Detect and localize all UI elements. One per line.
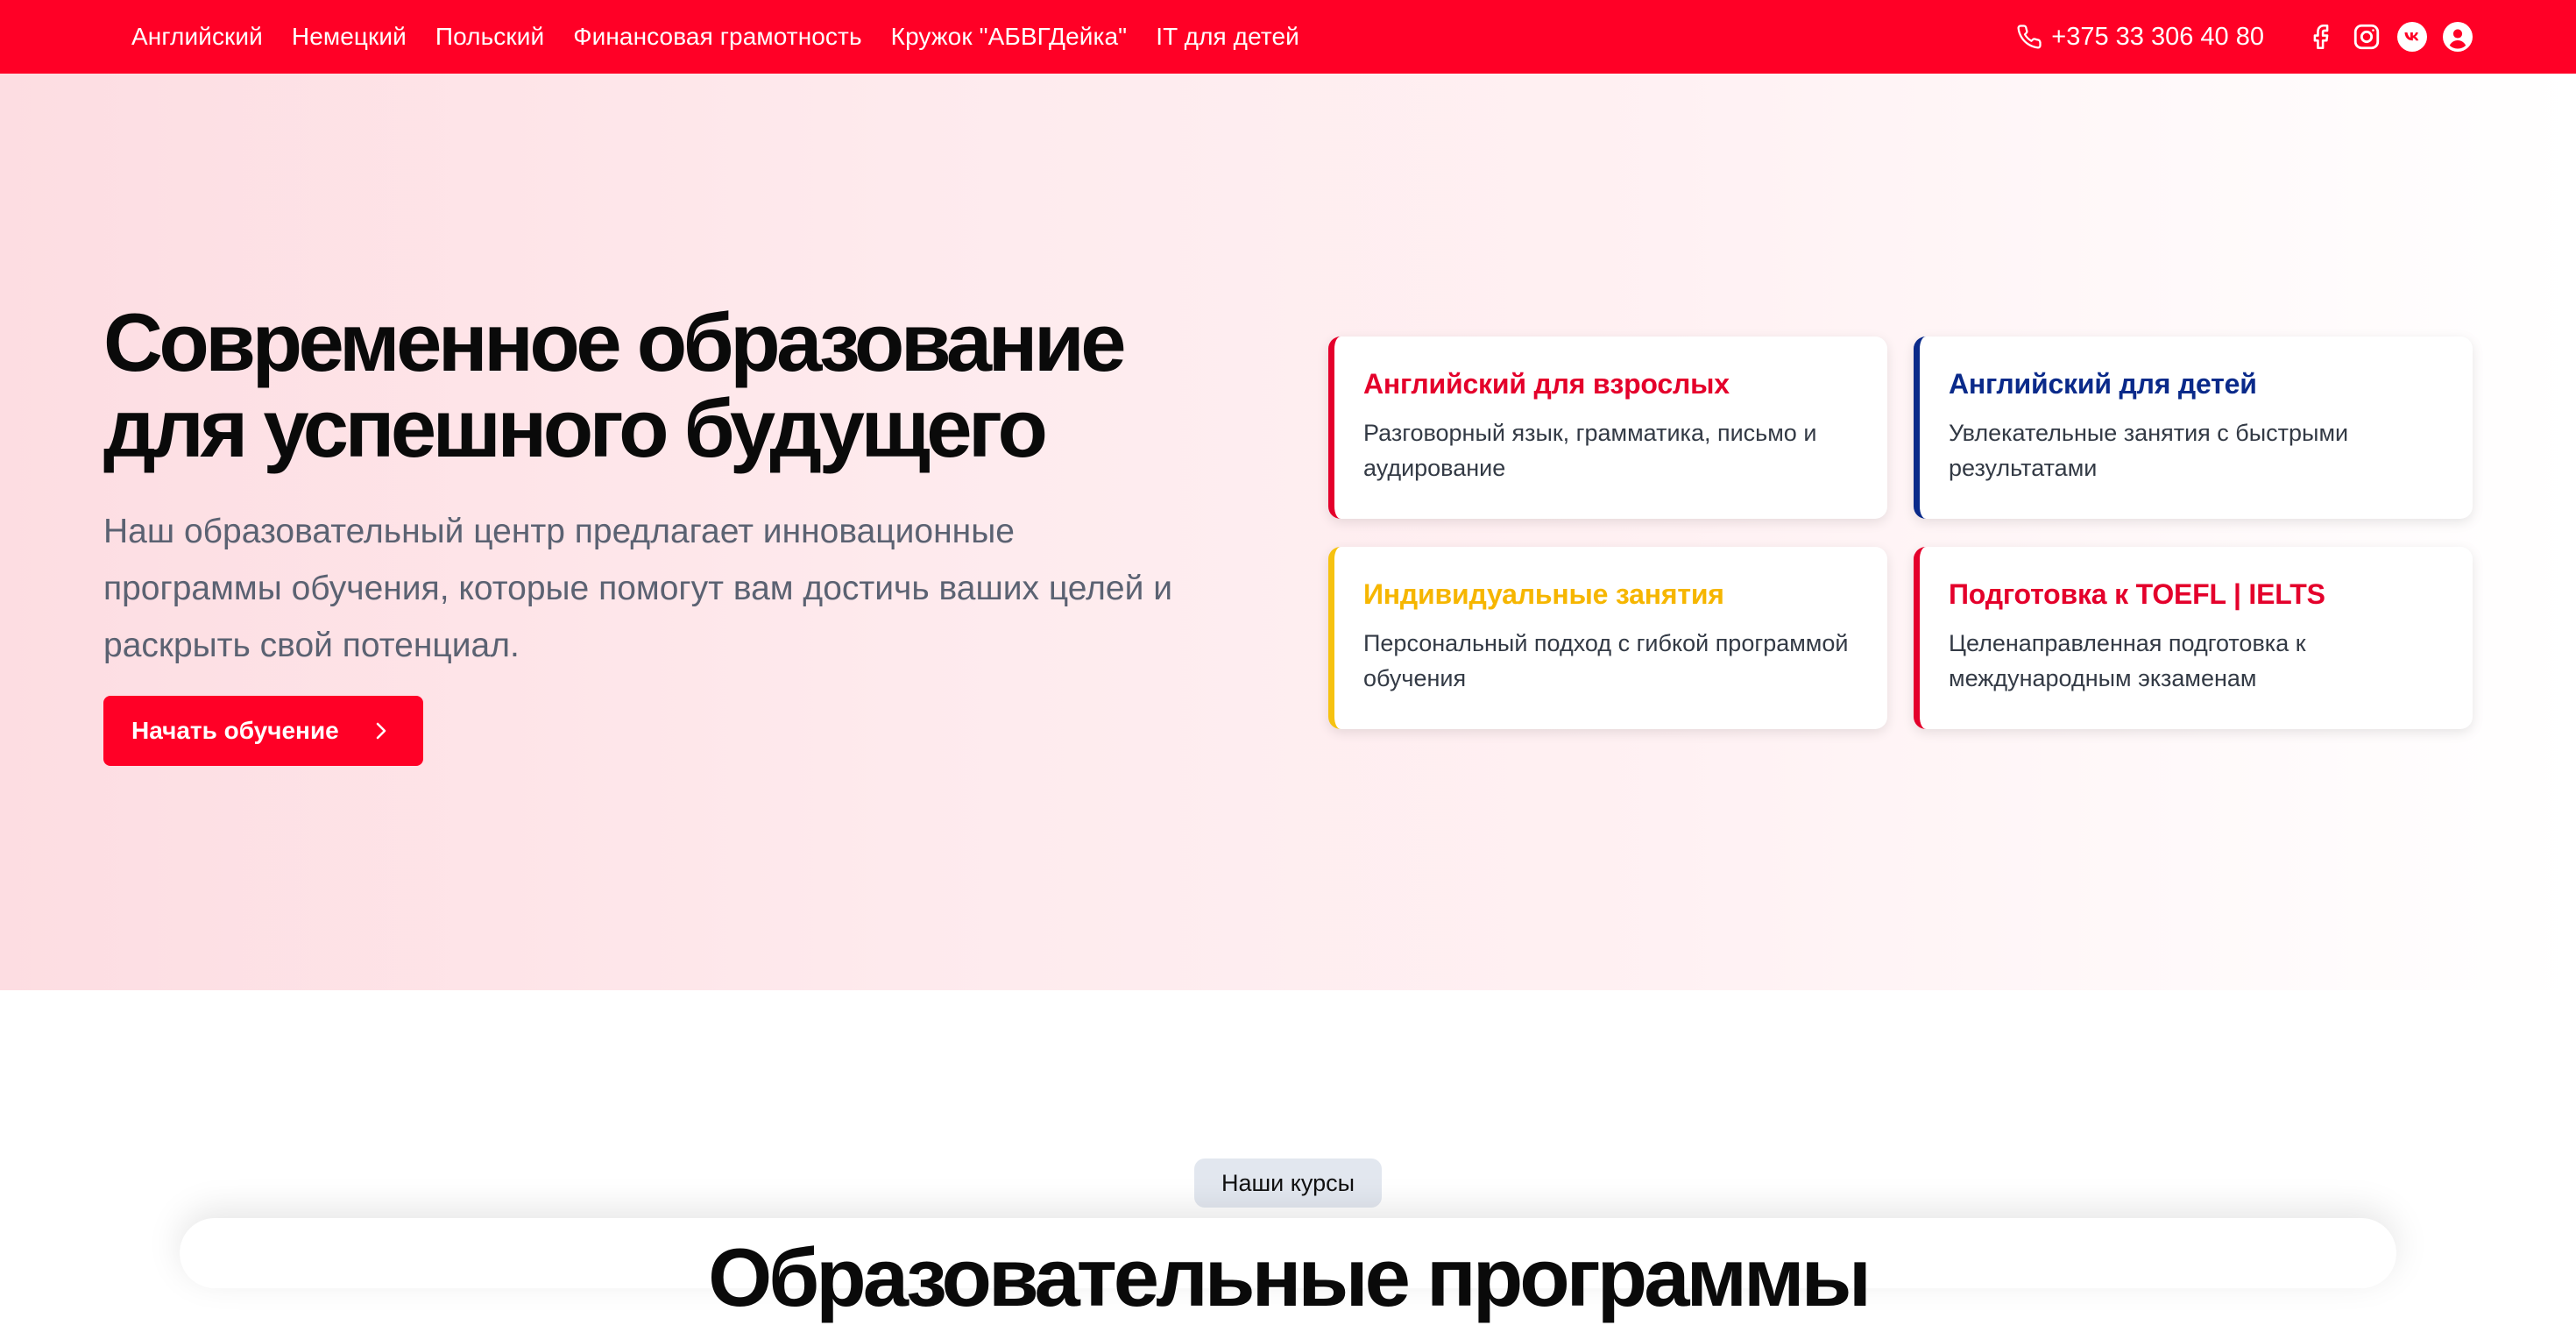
hero-title: Современное образование для успешного бу… <box>103 296 1127 474</box>
main-nav: Английский Немецкий Польский Финансовая … <box>131 23 1328 51</box>
instagram-icon <box>2353 24 2380 50</box>
instagram-link[interactable] <box>2352 22 2381 52</box>
card-description: Персональный подход с гибкой программой … <box>1363 630 1849 691</box>
card-description: Целенаправленная подготовка к международ… <box>1949 630 2306 691</box>
nav-link-german[interactable]: Немецкий <box>292 23 407 51</box>
phone-icon <box>2017 25 2042 49</box>
top-navbar: Английский Немецкий Польский Финансовая … <box>0 0 2576 74</box>
user-account-icon <box>2443 22 2473 52</box>
card-english-kids[interactable]: Английский для детей Увлекательные занят… <box>1914 337 2473 519</box>
vk-link[interactable] <box>2397 22 2427 52</box>
card-title: Английский для взрослых <box>1363 368 1730 400</box>
courses-badge: Наши курсы <box>1194 1158 1382 1208</box>
courses-title: Образовательные программы <box>708 1231 1872 1323</box>
phone-number: +375 33 306 40 80 <box>2051 22 2264 51</box>
facebook-link[interactable] <box>2306 22 2336 52</box>
hero-description: Наш образовательный центр предлагает инн… <box>103 513 1173 664</box>
card-description: Разговорный язык, грамматика, письмо и а… <box>1363 420 1817 481</box>
account-link[interactable] <box>2443 22 2473 52</box>
nav-link-abvgdeyka[interactable]: Кружок "АБВГДейка" <box>891 23 1128 51</box>
facebook-icon <box>2313 24 2329 50</box>
nav-contacts: +375 33 306 40 80 <box>2016 22 2473 52</box>
nav-link-english[interactable]: Английский <box>131 23 263 51</box>
card-description: Увлекательные занятия с быстрыми результ… <box>1949 420 2349 481</box>
card-title: Подготовка к TOEFL | IELTS <box>1949 578 2325 610</box>
nav-link-polish[interactable]: Польский <box>435 23 544 51</box>
start-learning-label: Начать обучение <box>131 717 339 744</box>
card-individual-lessons[interactable]: Индивидуальные занятия Персональный подх… <box>1328 547 1887 729</box>
nav-link-financial-literacy[interactable]: Финансовая грамотность <box>573 23 861 51</box>
vk-icon <box>2397 22 2427 52</box>
chevron-right-icon <box>376 722 386 740</box>
phone-link[interactable]: +375 33 306 40 80 <box>2016 23 2264 52</box>
card-title: Индивидуальные занятия <box>1363 578 1724 610</box>
card-toefl-ielts[interactable]: Подготовка к TOEFL | IELTS Целенаправлен… <box>1914 547 2473 729</box>
hero-section: Современное образование для успешного бу… <box>0 74 2576 990</box>
nav-link-it-for-kids[interactable]: IT для детей <box>1156 23 1299 51</box>
card-title: Английский для детей <box>1949 368 2257 400</box>
card-english-adults[interactable]: Английский для взрослых Разговорный язык… <box>1328 337 1887 519</box>
start-learning-button[interactable]: Начать обучение <box>103 696 423 766</box>
